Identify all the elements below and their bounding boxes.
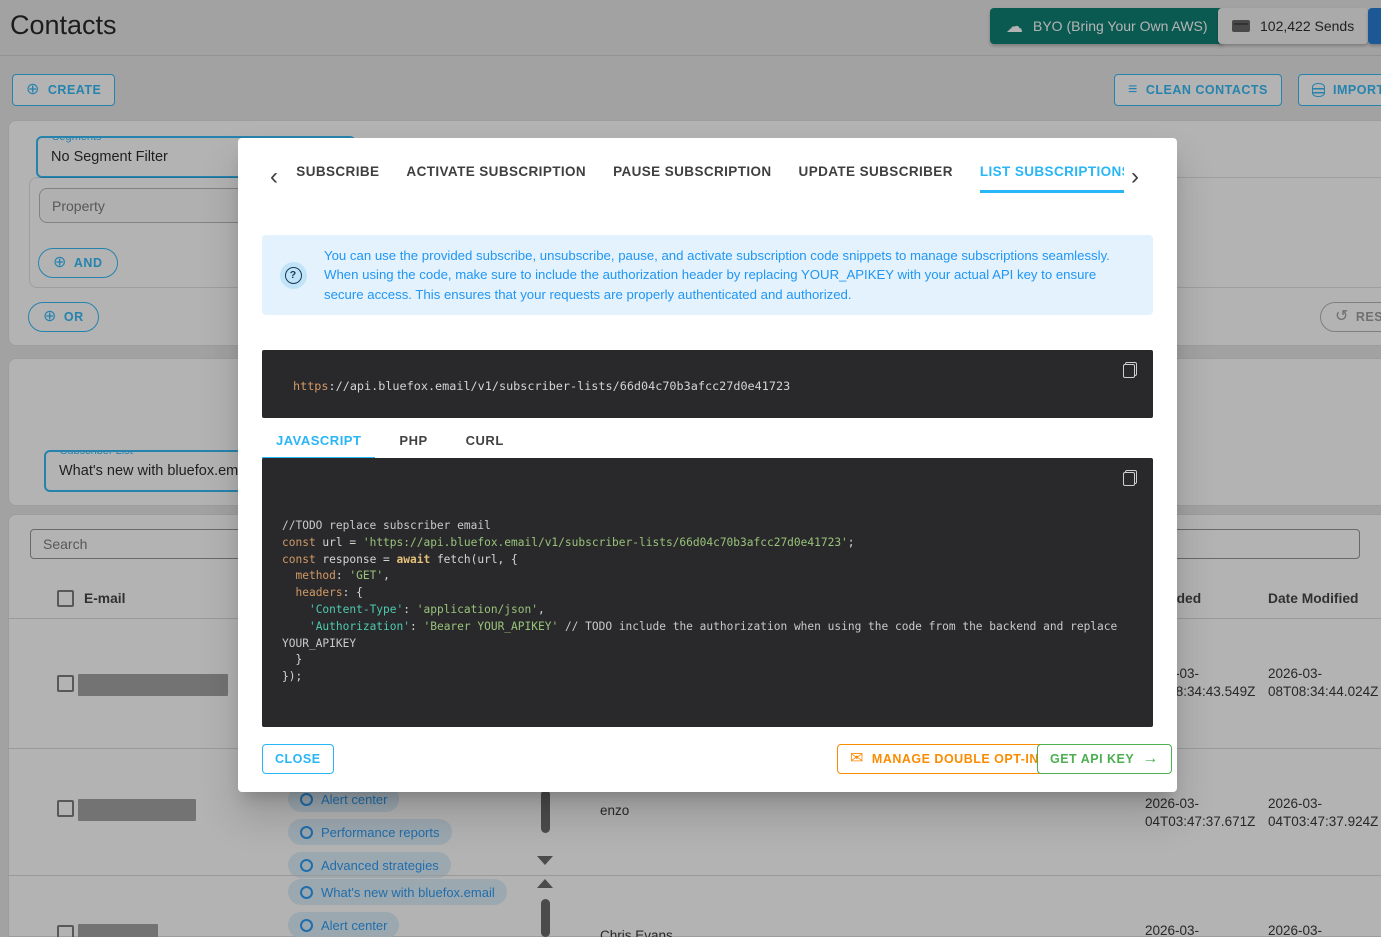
help-icon: ? <box>280 262 307 289</box>
copy-icon[interactable] <box>1123 470 1137 486</box>
code-content: //TODO replace subscriber email const ur… <box>282 518 1133 686</box>
tab-javascript[interactable]: JAVASCRIPT <box>262 425 375 460</box>
tab-pause-subscription[interactable]: PAUSE SUBSCRIPTION <box>613 164 771 193</box>
manage-double-opt-in-button[interactable]: ✉ MANAGE DOUBLE OPT-IN <box>837 744 1052 774</box>
tab-update-subscriber[interactable]: UPDATE SUBSCRIBER <box>799 164 953 193</box>
email-icon: ✉ <box>850 751 864 767</box>
tab-php[interactable]: PHP <box>385 425 441 460</box>
api-info-text: You can use the provided subscribe, unsu… <box>324 246 1153 305</box>
endpoint-url-block: https://api.bluefox.email/v1/subscriber-… <box>262 350 1153 418</box>
close-button[interactable]: CLOSE <box>262 744 334 774</box>
close-label: CLOSE <box>275 752 321 766</box>
tabs-scroll-right-icon[interactable]: › <box>1131 166 1139 188</box>
help-icon-wrap: ? <box>262 262 324 289</box>
help-question-glyph: ? <box>285 267 302 284</box>
app-screen: Contacts ☁ BYO (Bring Your Own AWS) 102,… <box>0 0 1381 937</box>
tab-activate-subscription[interactable]: ACTIVATE SUBSCRIPTION <box>406 164 586 193</box>
api-snippets-modal: ‹ UNSUBSCRIBE ACTIVATE SUBSCRIPTION PAUS… <box>238 138 1177 792</box>
endpoint-url: https://api.bluefox.email/v1/subscriber-… <box>293 379 790 393</box>
tab-curl[interactable]: CURL <box>452 425 518 460</box>
copy-icon[interactable] <box>1123 362 1137 378</box>
code-language-tabs: JAVASCRIPT PHP CURL <box>262 425 518 460</box>
tab-unsubscribe[interactable]: UNSUBSCRIBE <box>296 164 379 193</box>
code-snippet-block: //TODO replace subscriber email const ur… <box>262 458 1153 727</box>
tabs-scroll-left-icon[interactable]: ‹ <box>270 166 278 188</box>
arrow-right-icon: → <box>1142 751 1159 767</box>
modal-tab-bar: UNSUBSCRIBE ACTIVATE SUBSCRIPTION PAUSE … <box>296 164 1124 193</box>
tab-list-subscriptions[interactable]: LIST SUBSCRIPTIONS <box>980 164 1124 193</box>
api-info-banner: ? You can use the provided subscribe, un… <box>262 235 1153 315</box>
manage-double-opt-in-label: MANAGE DOUBLE OPT-IN <box>872 752 1039 766</box>
get-api-key-button[interactable]: GET API KEY → <box>1037 744 1172 774</box>
get-api-key-label: GET API KEY <box>1050 752 1134 766</box>
